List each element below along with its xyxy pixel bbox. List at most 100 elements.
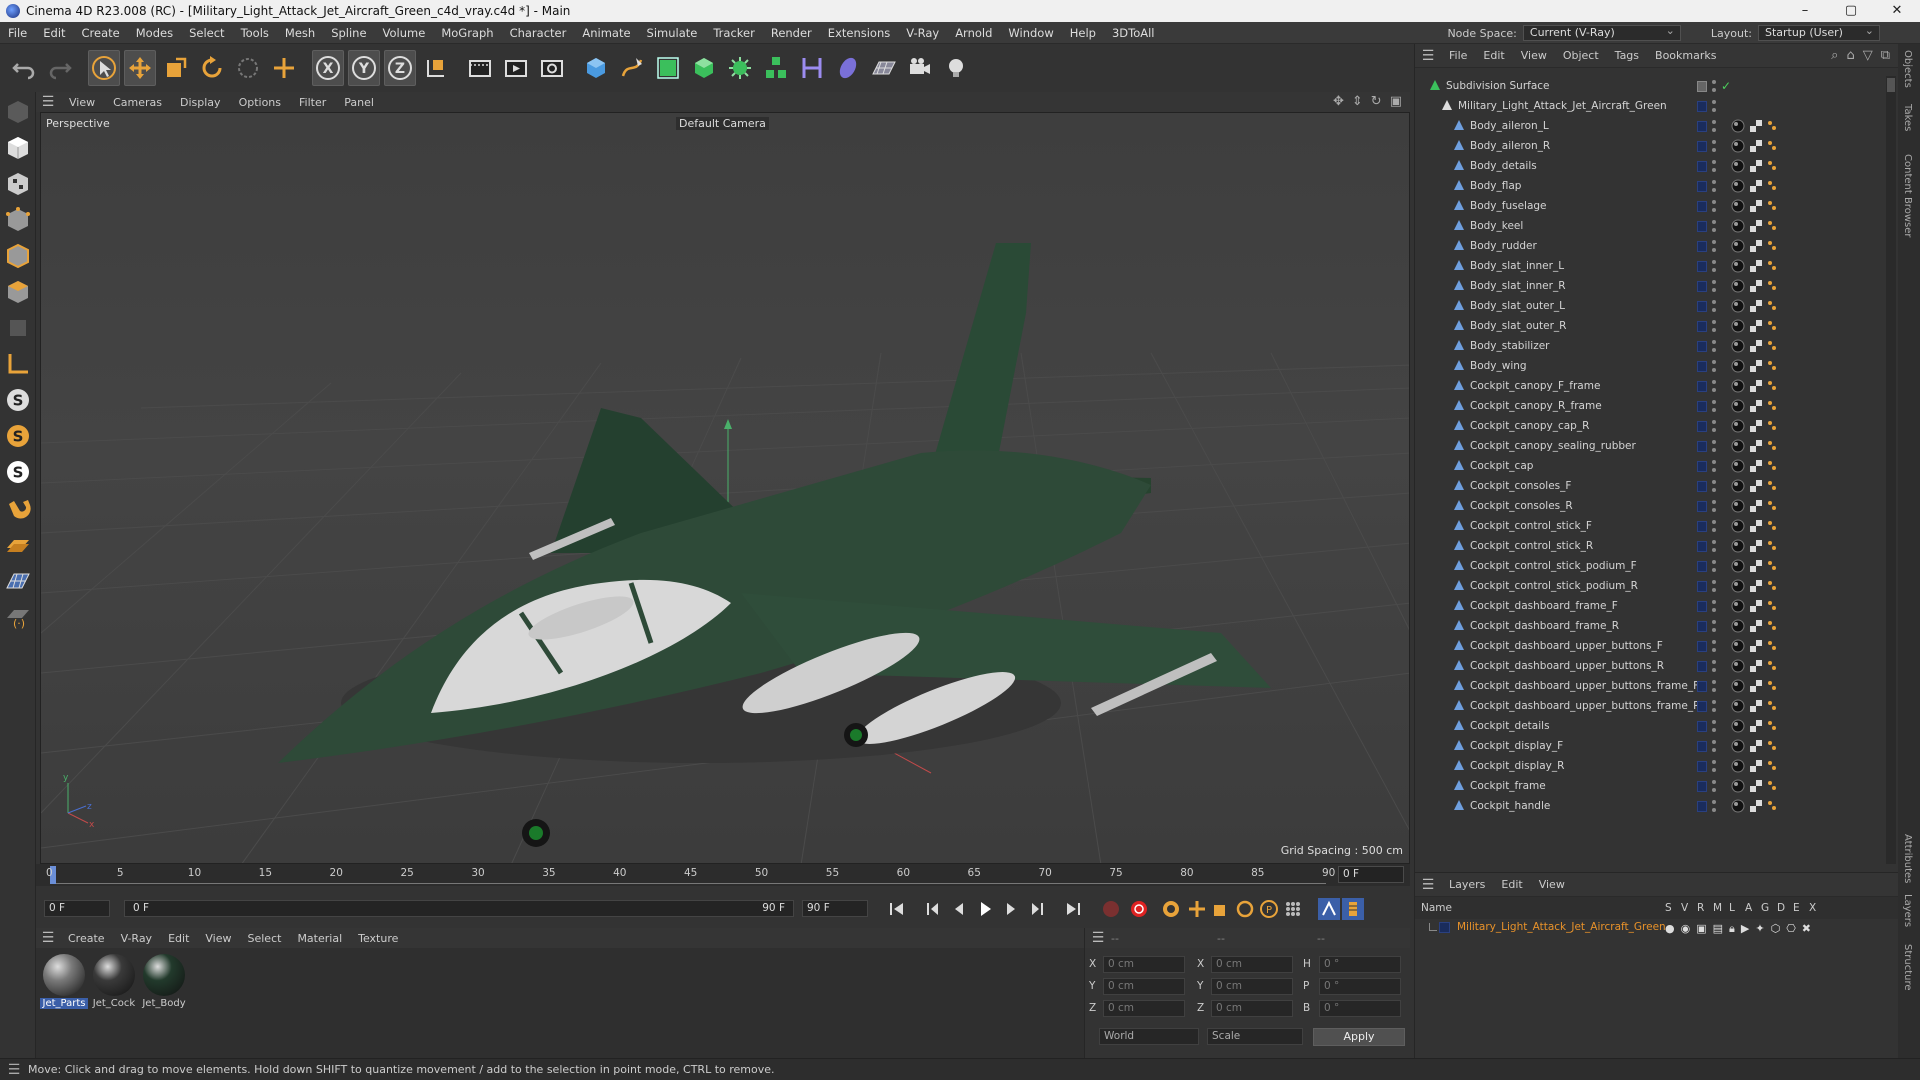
visibility-dots-icon[interactable] bbox=[1712, 100, 1716, 112]
layer-color-icon[interactable] bbox=[1697, 780, 1707, 792]
menu-modes[interactable]: Modes bbox=[128, 26, 181, 40]
object-row[interactable]: Cockpit_frame bbox=[1415, 776, 1885, 796]
visibility-dots-icon[interactable] bbox=[1712, 200, 1716, 212]
pen-icon[interactable] bbox=[616, 50, 648, 86]
timeline-mode-icon[interactable] bbox=[1318, 898, 1340, 920]
cloner-icon[interactable] bbox=[724, 50, 756, 86]
selection-tag-icon[interactable] bbox=[1765, 639, 1779, 653]
layer-color-icon[interactable] bbox=[1697, 500, 1707, 512]
visibility-dots-icon[interactable] bbox=[1712, 260, 1716, 272]
material-tag-icon[interactable] bbox=[1731, 399, 1745, 413]
object-row[interactable]: Cockpit_details bbox=[1415, 716, 1885, 736]
visibility-dots-icon[interactable] bbox=[1712, 660, 1716, 672]
visibility-dots-icon[interactable] bbox=[1712, 440, 1716, 452]
object-row[interactable]: Cockpit_handle bbox=[1415, 796, 1885, 816]
material-tag-icon[interactable] bbox=[1731, 619, 1745, 633]
material-tag-icon[interactable] bbox=[1731, 259, 1745, 273]
start-frame-field[interactable]: 0 F bbox=[44, 900, 110, 917]
layer-color-icon[interactable] bbox=[1697, 800, 1707, 812]
selection-tag-icon[interactable] bbox=[1765, 559, 1779, 573]
object-row[interactable]: Body_slat_outer_L bbox=[1415, 296, 1885, 316]
layer-menu-edit[interactable]: Edit bbox=[1493, 878, 1530, 891]
selection-tag-icon[interactable] bbox=[1765, 199, 1779, 213]
layer-color-icon[interactable] bbox=[1697, 340, 1707, 352]
layer-color-icon[interactable] bbox=[1697, 720, 1707, 732]
object-menu-file[interactable]: File bbox=[1441, 49, 1475, 62]
selection-tag-icon[interactable] bbox=[1765, 479, 1779, 493]
layer-xref-icon[interactable]: ✖ bbox=[1802, 922, 1811, 936]
texture-tag-icon[interactable] bbox=[1749, 159, 1763, 173]
minimize-button[interactable]: – bbox=[1782, 0, 1828, 22]
layer-color-icon[interactable] bbox=[1697, 660, 1707, 672]
play-icon[interactable] bbox=[974, 898, 996, 920]
selection-tag-icon[interactable] bbox=[1765, 159, 1779, 173]
texture-tag-icon[interactable] bbox=[1749, 399, 1763, 413]
layer-color-icon[interactable] bbox=[1697, 520, 1707, 532]
visibility-dots-icon[interactable] bbox=[1712, 180, 1716, 192]
object-tree-scrollbar[interactable] bbox=[1886, 76, 1896, 864]
object-row[interactable]: Cockpit_control_stick_R bbox=[1415, 536, 1885, 556]
material-tag-icon[interactable] bbox=[1731, 139, 1745, 153]
material-tag-icon[interactable] bbox=[1731, 319, 1745, 333]
texture-tag-icon[interactable] bbox=[1749, 199, 1763, 213]
texture-tag-icon[interactable] bbox=[1749, 699, 1763, 713]
menu-create[interactable]: Create bbox=[74, 26, 128, 40]
menu-simulate[interactable]: Simulate bbox=[639, 26, 706, 40]
layer-color-icon[interactable] bbox=[1697, 760, 1707, 772]
key-position-icon[interactable] bbox=[1186, 898, 1208, 920]
texture-tag-icon[interactable] bbox=[1749, 779, 1763, 793]
material-tag-icon[interactable] bbox=[1731, 599, 1745, 613]
visibility-dots-icon[interactable] bbox=[1712, 320, 1716, 332]
material-tag-icon[interactable] bbox=[1731, 199, 1745, 213]
visibility-dots-icon[interactable] bbox=[1712, 720, 1716, 732]
selection-tag-icon[interactable] bbox=[1765, 419, 1779, 433]
scale-dropdown[interactable]: Scale bbox=[1207, 1028, 1303, 1045]
texture-tag-icon[interactable] bbox=[1749, 179, 1763, 193]
selection-tag-icon[interactable] bbox=[1765, 299, 1779, 313]
layer-expressions-icon[interactable]: ⎔ bbox=[1786, 922, 1796, 936]
snap-settings-icon[interactable]: S bbox=[2, 420, 34, 452]
viewport-menu-display[interactable]: Display bbox=[171, 96, 230, 109]
menu-mesh[interactable]: Mesh bbox=[277, 26, 323, 40]
object-row[interactable]: Cockpit_canopy_F_frame bbox=[1415, 376, 1885, 396]
material-tag-icon[interactable] bbox=[1731, 219, 1745, 233]
material-tag-icon[interactable] bbox=[1731, 359, 1745, 373]
layer-row[interactable]: Military_Light_Attack_Jet_Aircraft_Green… bbox=[1415, 919, 1899, 937]
texture-tag-icon[interactable] bbox=[1749, 459, 1763, 473]
visibility-dots-icon[interactable] bbox=[1712, 600, 1716, 612]
material-tag-icon[interactable] bbox=[1731, 179, 1745, 193]
visibility-dots-icon[interactable] bbox=[1712, 300, 1716, 312]
layer-color-icon[interactable] bbox=[1697, 640, 1707, 652]
selection-tag-icon[interactable] bbox=[1765, 519, 1779, 533]
object-row[interactable]: Cockpit_control_stick_podium_F bbox=[1415, 556, 1885, 576]
layer-color-icon[interactable] bbox=[1697, 280, 1707, 292]
texture-tag-icon[interactable] bbox=[1749, 259, 1763, 273]
visibility-dots-icon[interactable] bbox=[1712, 740, 1716, 752]
size-field[interactable]: 0 cm bbox=[1211, 978, 1293, 995]
position-field[interactable]: 0 cm bbox=[1103, 1000, 1185, 1017]
visibility-dots-icon[interactable] bbox=[1712, 460, 1716, 472]
next-frame-icon[interactable] bbox=[1000, 898, 1022, 920]
previous-frame-icon[interactable] bbox=[948, 898, 970, 920]
uv-mode-icon[interactable] bbox=[2, 312, 34, 344]
texture-tag-icon[interactable] bbox=[1749, 139, 1763, 153]
menu-animate[interactable]: Animate bbox=[574, 26, 638, 40]
material-tag-icon[interactable] bbox=[1731, 379, 1745, 393]
object-row[interactable]: Cockpit_dashboard_upper_buttons_frame_R bbox=[1415, 696, 1885, 716]
visibility-dots-icon[interactable] bbox=[1712, 420, 1716, 432]
texture-tag-icon[interactable] bbox=[1749, 599, 1763, 613]
rotation-field[interactable]: 0 ° bbox=[1319, 1000, 1401, 1017]
visibility-dots-icon[interactable] bbox=[1712, 680, 1716, 692]
material-tag-icon[interactable] bbox=[1731, 299, 1745, 313]
texture-tag-icon[interactable] bbox=[1749, 339, 1763, 353]
layer-manager-icon[interactable]: ▤ bbox=[1713, 922, 1723, 936]
selection-tag-icon[interactable] bbox=[1765, 379, 1779, 393]
material-tag-icon[interactable] bbox=[1731, 119, 1745, 133]
object-row[interactable]: Cockpit_canopy_cap_R bbox=[1415, 416, 1885, 436]
visibility-dots-icon[interactable] bbox=[1712, 780, 1716, 792]
menu-window[interactable]: Window bbox=[1000, 26, 1061, 40]
preview-range-slider[interactable]: 0 F 90 F bbox=[124, 900, 794, 917]
visibility-dots-icon[interactable] bbox=[1712, 800, 1716, 812]
material-menu-material[interactable]: Material bbox=[289, 932, 350, 945]
material-tag-icon[interactable] bbox=[1731, 159, 1745, 173]
